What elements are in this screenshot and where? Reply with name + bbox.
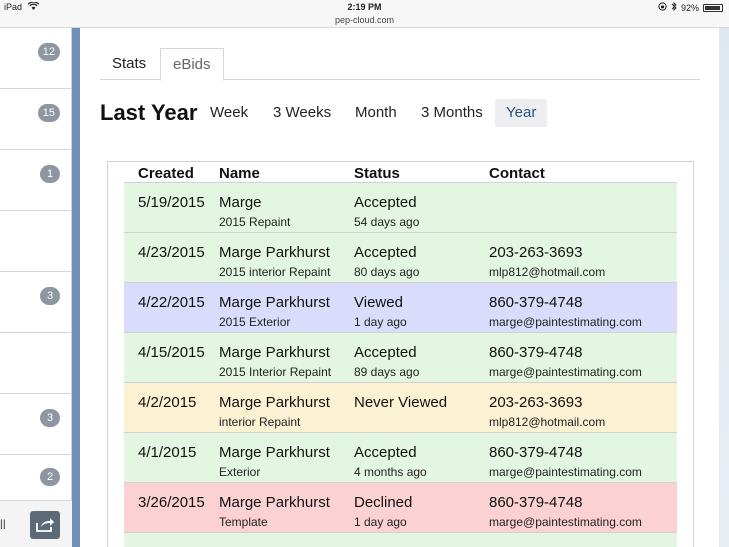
sidebar-item[interactable]: 2 xyxy=(0,455,72,500)
column-header-status[interactable]: Status xyxy=(354,165,400,182)
sidebar-toolbar: ll xyxy=(0,500,72,547)
main-panel: Stats eBids Last Year Week 3 Weeks Month… xyxy=(80,28,719,547)
contact-phone[interactable]: 203-263-3693 xyxy=(489,394,582,411)
contact-phone[interactable]: 860-379-4748 xyxy=(489,444,582,461)
created-date: 4/1/2015 xyxy=(138,444,197,461)
contact-email[interactable]: mlp812@hotmail.com xyxy=(489,265,605,279)
count-badge: 12 xyxy=(37,43,60,61)
bid-status: Accepted xyxy=(354,244,417,261)
tab-stats[interactable]: Stats xyxy=(100,48,158,80)
table-row-partial[interactable] xyxy=(124,532,677,547)
table-row[interactable]: 5/19/2015 Marge 2015 Repaint Accepted 54… xyxy=(124,182,677,232)
project-name: 2015 Repaint xyxy=(219,215,291,229)
contact-email[interactable]: mlp812@hotmail.com xyxy=(489,415,605,429)
toolbar-label[interactable]: ll xyxy=(0,517,6,532)
period-year[interactable]: Year xyxy=(495,99,548,127)
bid-status: Never Viewed xyxy=(354,394,448,411)
sidebar-item[interactable]: 3 xyxy=(0,394,72,455)
background-stripe xyxy=(72,28,80,547)
status-age: 1 day ago xyxy=(354,515,407,529)
created-date: 4/15/2015 xyxy=(138,344,205,361)
sidebar-item[interactable]: 12 xyxy=(0,28,72,89)
count-badge: 2 xyxy=(40,468,60,486)
share-button[interactable] xyxy=(30,511,60,539)
bid-status: Declined xyxy=(354,494,413,511)
sidebar-item[interactable] xyxy=(0,333,72,394)
customer-name: Marge Parkhurst xyxy=(219,244,330,261)
created-date: 5/19/2015 xyxy=(138,194,205,211)
period-title: Last Year xyxy=(100,100,198,125)
battery-percent: 92% xyxy=(680,2,699,13)
customer-name: Marge Parkhurst xyxy=(219,494,330,511)
customer-name: Marge Parkhurst xyxy=(219,344,330,361)
customer-name: Marge Parkhurst xyxy=(219,294,330,311)
bid-status: Viewed xyxy=(354,294,403,311)
bluetooth-icon xyxy=(671,1,677,13)
contact-phone[interactable]: 860-379-4748 xyxy=(489,344,582,361)
column-header-created[interactable]: Created xyxy=(138,165,194,182)
battery-icon xyxy=(703,3,723,12)
bid-status: Accepted xyxy=(354,444,417,461)
status-bar: iPad 2:19 PM pep-cloud.com 92% xyxy=(0,0,729,28)
status-right: 92% xyxy=(658,1,723,13)
contact-phone[interactable]: 860-379-4748 xyxy=(489,294,582,311)
created-date: 4/23/2015 xyxy=(138,244,205,261)
count-badge: 1 xyxy=(40,165,60,183)
project-name: Exterior xyxy=(219,465,261,479)
status-age: 1 day ago xyxy=(354,315,407,329)
tab-ebids[interactable]: eBids xyxy=(160,48,224,81)
table-row[interactable]: 4/2/2015 Marge Parkhurst interior Repain… xyxy=(124,382,677,432)
contact-phone[interactable]: 860-379-4748 xyxy=(489,494,582,511)
table-row[interactable]: 4/23/2015 Marge Parkhurst 2015 interior … xyxy=(124,232,677,282)
contact-email[interactable]: marge@paintestimating.com xyxy=(489,465,642,479)
project-name: Template xyxy=(219,515,268,529)
contact-email[interactable]: marge@paintestimating.com xyxy=(489,315,642,329)
background-edge xyxy=(719,28,729,547)
created-date: 4/2/2015 xyxy=(138,394,197,411)
table-row[interactable]: 4/22/2015 Marge Parkhurst 2015 Exterior … xyxy=(124,282,677,332)
period-month[interactable]: Month xyxy=(344,99,408,127)
clock: 2:19 PM xyxy=(347,2,382,12)
status-age: 4 months ago xyxy=(354,465,427,479)
contact-phone[interactable]: 203-263-3693 xyxy=(489,244,582,261)
table-row[interactable]: 4/15/2015 Marge Parkhurst 2015 Interior … xyxy=(124,332,677,382)
table-row[interactable]: 4/1/2015 Marge Parkhurst Exterior Accept… xyxy=(124,432,677,482)
customer-name: Marge Parkhurst xyxy=(219,444,330,461)
period-week[interactable]: Week xyxy=(199,99,259,127)
project-name: 2015 Exterior xyxy=(219,315,291,329)
count-badge: 15 xyxy=(37,104,60,122)
period-3-weeks[interactable]: 3 Weeks xyxy=(262,99,342,127)
created-date: 3/26/2015 xyxy=(138,494,205,511)
share-icon xyxy=(36,518,54,532)
column-header-name[interactable]: Name xyxy=(219,165,260,182)
sidebar-item[interactable]: 3 xyxy=(0,272,72,333)
tab-bar: Stats eBids xyxy=(100,48,700,81)
customer-name: Marge xyxy=(219,194,262,211)
project-name: 2015 interior Repaint xyxy=(219,265,331,279)
status-age: 80 days ago xyxy=(354,265,420,279)
sidebar-item[interactable] xyxy=(0,211,72,272)
status-age: 54 days ago xyxy=(354,215,420,229)
bid-status: Accepted xyxy=(354,344,417,361)
column-header-contact[interactable]: Contact xyxy=(489,165,545,182)
sidebar-item[interactable]: 15 xyxy=(0,89,72,150)
sidebar: 12 15 1 3 3 2 ll xyxy=(0,28,72,547)
sidebar-item[interactable]: 1 xyxy=(0,150,72,211)
address-url[interactable]: pep-cloud.com xyxy=(0,15,729,25)
count-badge: 3 xyxy=(40,287,60,305)
bids-table: Created Name Status Contact 5/19/2015 Ma… xyxy=(107,161,694,547)
created-date: 4/22/2015 xyxy=(138,294,205,311)
contact-email[interactable]: marge@paintestimating.com xyxy=(489,515,642,529)
table-row[interactable]: 3/26/2015 Marge Parkhurst Template Decli… xyxy=(124,482,677,532)
customer-name: Marge Parkhurst xyxy=(219,394,330,411)
count-badge: 3 xyxy=(40,409,60,427)
status-age: 89 days ago xyxy=(354,365,420,379)
bid-status: Accepted xyxy=(354,194,417,211)
project-name: 2015 Interior Repaint xyxy=(219,365,332,379)
contact-email[interactable]: marge@paintestimating.com xyxy=(489,365,642,379)
project-name: interior Repaint xyxy=(219,415,301,429)
period-3-months[interactable]: 3 Months xyxy=(410,99,494,127)
orientation-lock-icon xyxy=(658,2,667,13)
